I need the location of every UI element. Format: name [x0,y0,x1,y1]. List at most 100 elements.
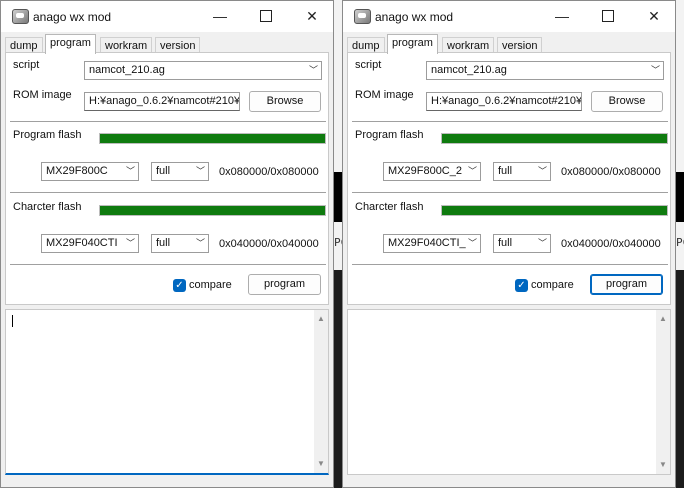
program-flash-progress [441,133,668,144]
close-button[interactable]: ✕ [289,1,335,32]
maximize-button[interactable] [585,1,631,32]
log-textarea[interactable]: ▲ ▼ [5,309,329,475]
charcter-range: 0x040000/0x040000 [561,238,661,250]
program-range: 0x080000/0x080000 [561,166,661,178]
background-window [334,0,342,270]
script-value: namcot_210.ag [89,64,165,76]
background-dark-panel-right [676,172,684,222]
charcter-range: 0x040000/0x040000 [219,238,319,250]
browse-button[interactable]: Browse [591,91,663,112]
charcter-mode-value: full [498,237,513,249]
divider [10,264,326,265]
charcter-flash-label: Charcter flash [355,201,424,213]
program-mode-select[interactable]: full ﹀ [493,162,551,181]
minimize-button[interactable]: — [197,1,243,32]
program-panel: script namcot_210.ag ﹀ ROM image H:¥anag… [5,52,329,305]
charcter-flash-label: Charcter flash [13,201,82,213]
tab-program[interactable]: program [45,34,96,54]
charcter-device-select[interactable]: MX29F040CTI_ ﹀ [383,234,481,253]
text-caret [12,315,13,327]
chevron-down-icon: ﹀ [195,238,205,248]
divider [352,192,668,193]
rom-image-field[interactable]: H:¥anago_0.6.2¥namcot#210¥ら [426,92,582,111]
charcter-mode-select[interactable]: full ﹀ [493,234,551,253]
program-mode-value: full [498,165,513,177]
background-fragment-right: PC [676,236,684,249]
window-title: anago wx mod [375,10,454,24]
program-flash-progress-fill [100,134,325,143]
background-fragment: PC [334,236,342,249]
scroll-down-icon[interactable]: ▼ [314,457,328,471]
script-select[interactable]: namcot_210.ag ﹀ [426,61,664,80]
minimize-icon: — [555,8,569,24]
charcter-flash-progress [441,205,668,216]
check-icon: ✓ [175,280,184,291]
chevron-down-icon: ﹀ [467,238,477,248]
log-scrollbar[interactable]: ▲ ▼ [314,310,328,473]
scroll-down-icon[interactable]: ▼ [656,458,670,472]
charcter-device-select[interactable]: MX29F040CTI ﹀ [41,234,139,253]
scroll-up-icon[interactable]: ▲ [656,312,670,326]
tab-program[interactable]: program [387,34,438,54]
anago-window-left: anago wx mod — ✕ dump program workram ve… [0,0,334,488]
browse-button[interactable]: Browse [249,91,321,112]
program-device-select[interactable]: MX29F800C_2 ﹀ [383,162,481,181]
charcter-mode-select[interactable]: full ﹀ [151,234,209,253]
script-label: script [355,59,382,71]
background-dark-panel [334,172,342,222]
program-range: 0x080000/0x080000 [219,166,319,178]
window-title: anago wx mod [33,10,112,24]
program-mode-select[interactable]: full ﹀ [151,162,209,181]
rom-image-field[interactable]: H:¥anago_0.6.2¥namcot#210¥乙 [84,92,240,111]
title-bar[interactable]: anago wx mod — ✕ [343,1,675,32]
rom-image-value: H:¥anago_0.6.2¥namcot#210¥ら [431,95,582,107]
charcter-flash-progress-fill [442,206,667,215]
script-select[interactable]: namcot_210.ag ﹀ [84,61,322,80]
minimize-icon: — [213,8,227,24]
program-button[interactable]: program [248,274,321,295]
log-scrollbar[interactable]: ▲ ▼ [656,310,670,474]
log-textarea[interactable]: ▲ ▼ [347,309,671,475]
close-button[interactable]: ✕ [631,1,677,32]
chevron-down-icon: ﹀ [650,65,660,75]
program-flash-progress [99,133,326,144]
program-device-value: MX29F800C_2 [388,165,462,177]
chevron-down-icon: ﹀ [195,166,205,176]
chevron-down-icon: ﹀ [537,166,547,176]
maximize-icon [602,9,614,22]
charcter-mode-value: full [156,237,171,249]
compare-checkbox[interactable]: ✓ [515,279,528,292]
divider [10,192,326,193]
scroll-up-icon[interactable]: ▲ [314,312,328,326]
compare-label: compare [189,279,232,291]
rom-image-label: ROM image [13,89,72,101]
app-icon [12,9,29,24]
background-window-right [676,0,684,270]
program-button[interactable]: program [590,274,663,295]
program-flash-label: Program flash [355,129,424,141]
maximize-icon [260,9,272,22]
chevron-down-icon: ﹀ [537,238,547,248]
script-label: script [13,59,40,71]
charcter-device-value: MX29F040CTI_ [388,237,466,249]
close-icon: ✕ [648,8,660,24]
divider [352,121,668,122]
divider [10,121,326,122]
program-panel: script namcot_210.ag ﹀ ROM image H:¥anag… [347,52,671,305]
chevron-down-icon: ﹀ [125,238,135,248]
program-flash-progress-fill [442,134,667,143]
rom-image-value: H:¥anago_0.6.2¥namcot#210¥乙 [89,95,240,107]
app-icon [354,9,371,24]
charcter-flash-progress [99,205,326,216]
chevron-down-icon: ﹀ [125,166,135,176]
divider [352,264,668,265]
charcter-flash-progress-fill [100,206,325,215]
program-mode-value: full [156,165,171,177]
title-bar[interactable]: anago wx mod — ✕ [1,1,333,32]
anago-window-right: anago wx mod — ✕ dump program workram ve… [342,0,676,488]
maximize-button[interactable] [243,1,289,32]
program-flash-label: Program flash [13,129,82,141]
compare-checkbox[interactable]: ✓ [173,279,186,292]
program-device-select[interactable]: MX29F800C ﹀ [41,162,139,181]
minimize-button[interactable]: — [539,1,585,32]
